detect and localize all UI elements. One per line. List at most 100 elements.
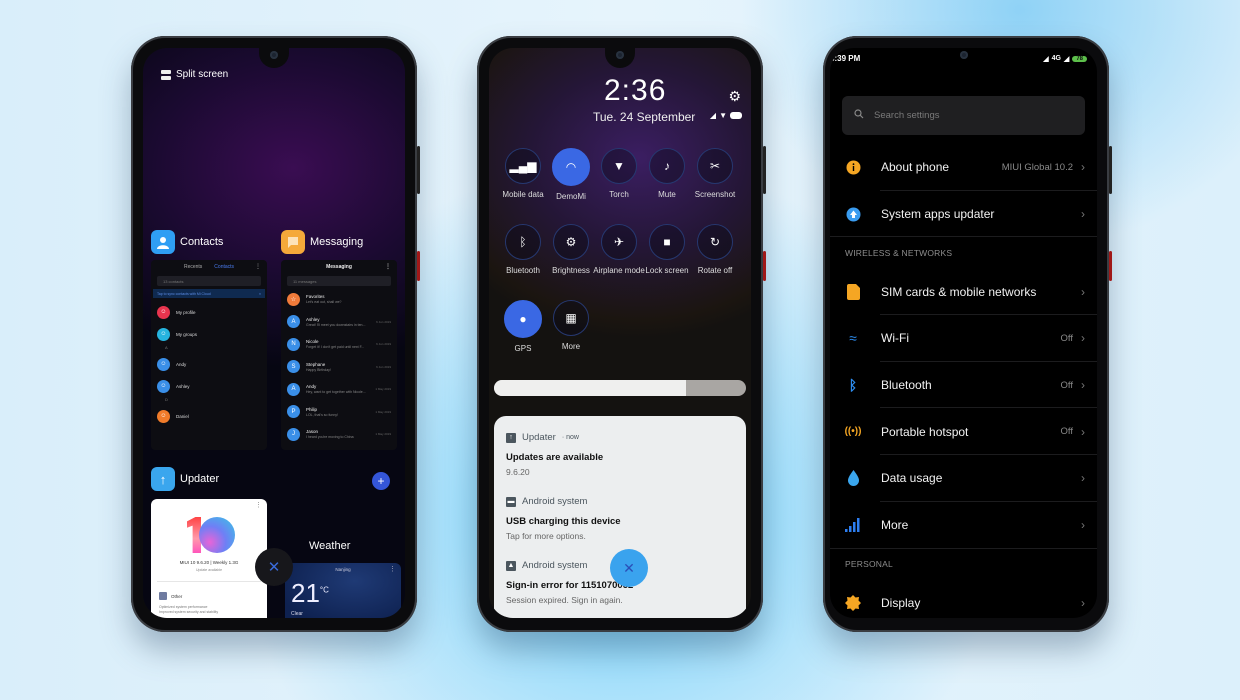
contacts-app-header[interactable]: Contacts (151, 230, 223, 254)
tile-torch[interactable]: ▼ Torch (595, 148, 643, 224)
grid-icon: ▦ (553, 300, 589, 336)
tile-screenshot[interactable]: ✂ Screenshot (691, 148, 739, 224)
settings-item-sim-cards-mobile-networks[interactable]: SIM cards & mobile networks › (830, 268, 1097, 315)
more-options-icon[interactable]: ⋮ (255, 263, 261, 270)
tile-gps[interactable]: ● GPS (499, 300, 547, 376)
contact-row[interactable]: ☺ My groups (151, 323, 267, 345)
avatar-icon: J (287, 427, 300, 441)
message-row[interactable]: A Ashley Great! I'll meet you downstairs i… (281, 311, 397, 334)
settings-item-wi-fi[interactable]: ≈ Wi-Fi Off › (830, 315, 1097, 362)
sender-name: Andy (306, 384, 317, 390)
status-icons: ◢ ▼ (710, 111, 742, 120)
weather-preview-card[interactable]: Nanjing ⋮ 21°C Clear (285, 563, 401, 618)
weather-condition: Clear (291, 611, 303, 617)
more-options-icon[interactable]: ⋮ (389, 565, 396, 573)
contacts-preview-card[interactable]: Recents Contacts ⋮ 13 contacts Tap to sy… (151, 260, 267, 450)
message-date: 6 Jun 2019 (376, 319, 391, 324)
rotate-icon: ↻ (697, 224, 733, 260)
settings-item-portable-hotspot[interactable]: ((•)) Portable hotspot Off › (830, 408, 1097, 455)
tab-recents[interactable]: Recents (184, 264, 202, 270)
messaging-app-header[interactable]: Messaging (281, 230, 363, 254)
message-row[interactable]: S Stephane Happy Birthday! 6 Jun 2019 (281, 356, 397, 379)
signal-icon: ◢ (1043, 55, 1049, 63)
close-icon[interactable]: × (259, 292, 261, 296)
settings-item-display[interactable]: Display › (830, 580, 1097, 619)
camera-notch (605, 48, 635, 68)
updater-icon: ↑ (151, 467, 175, 491)
contact-name: Daniel (176, 413, 189, 419)
contact-row[interactable]: ☺ Ashley (151, 375, 267, 397)
recents-screen: Split screen Contacts Recents Contacts ⋮… (143, 48, 405, 618)
tab-contacts[interactable]: Contacts (214, 264, 234, 270)
message-row[interactable]: A Andy Hey, want to get together with Nico… (281, 378, 397, 401)
contact-row[interactable]: ☺ My profile (151, 301, 267, 323)
sender-name: Ashley (306, 316, 320, 322)
screenshot-icon: ✂ (697, 148, 733, 184)
sender-name: Favorites (306, 294, 325, 300)
settings-item-label: SIM cards & mobile networks (881, 284, 1037, 299)
more-options-icon[interactable]: ⋮ (385, 263, 391, 270)
wifi-icon: ≈ (849, 330, 857, 347)
tile-airplane-mode[interactable]: ✈ Airplane mode (593, 224, 645, 300)
tile-lock-screen[interactable]: ■ Lock screen (643, 224, 691, 300)
settings-item-label: System apps updater (881, 207, 995, 222)
contacts-search-input[interactable]: 13 contacts (157, 276, 261, 286)
chevron-right-icon: › (1081, 378, 1085, 393)
camera-notch (259, 48, 289, 68)
brightness-icon: ⚙ (553, 224, 589, 260)
messages-search-input[interactable]: 11 messages (287, 276, 391, 286)
tile-more[interactable]: ▦ More (547, 300, 595, 376)
updater-app-header[interactable]: ↑ Updater (151, 467, 219, 491)
sync-banner[interactable]: Tap to sync contacts with Mi Cloud × (153, 289, 265, 298)
message-row[interactable]: J Jason I heard you're moving to China 1 Ma… (281, 423, 397, 446)
tile-mute[interactable]: ♪ Mute (643, 148, 691, 224)
messaging-preview-card[interactable]: Messaging ⋮ 11 messages ☆ Favorites Let's … (281, 260, 397, 450)
phone-recents: Split screen Contacts Recents Contacts ⋮… (131, 36, 420, 632)
signal-icon: ▂▄▆ (505, 148, 541, 184)
tile-rotate-off[interactable]: ↻ Rotate off (691, 224, 739, 300)
messaging-title: Messaging ⋮ (326, 263, 391, 270)
message-snippet: Forget it! I don't get paid until next F… (306, 345, 365, 350)
wifi-icon: ▼ (719, 111, 727, 120)
settings-item-data-usage[interactable]: Data usage › (830, 455, 1097, 502)
notification[interactable]: ▬ Android system USB charging this device T… (506, 496, 734, 541)
lock-icon: ■ (649, 224, 685, 260)
tile-label: Airplane mode (593, 266, 645, 275)
clear-all-button[interactable]: ✕ (255, 548, 293, 586)
tile-row: ▂▄▆ Mobile data ◠ DemoMi ▼ Torch ♪ Mute ✂ Screens… (499, 148, 739, 224)
weather-app-header[interactable]: Weather (309, 540, 350, 552)
other-icon (159, 592, 167, 600)
tile-mobile-data[interactable]: ▂▄▆ Mobile data (499, 148, 547, 224)
search-settings-input[interactable]: Search settings (842, 96, 1085, 135)
volume-button (1109, 146, 1112, 194)
sender-name: Jason (306, 429, 319, 435)
brightness-slider[interactable] (494, 380, 746, 396)
airplane-icon: ✈ (601, 224, 637, 260)
changelog-section: Other (159, 592, 182, 600)
message-date: 6 Jun 2019 (376, 364, 391, 369)
tile-brightness[interactable]: ⚙ Brightness (547, 224, 595, 300)
tile-bluetooth[interactable]: ᛒ Bluetooth (499, 224, 547, 300)
message-row[interactable]: ☆ Favorites Let's eat out, shall we? (281, 288, 397, 311)
updater-preview-card[interactable]: ⋮ MIUI 10 9.6.20 | Weekly 1.3G Update av… (151, 499, 267, 618)
message-row[interactable]: P Philip LOL, that's so funny! 1 May 2019 (281, 401, 397, 424)
clear-notifications-button[interactable]: ✕ (610, 549, 648, 587)
add-button[interactable]: + (372, 472, 390, 490)
settings-gear-icon[interactable]: ⚙ (728, 88, 741, 105)
settings-item-about-phone[interactable]: About phone MIUI Global 10.2 › (830, 144, 1097, 191)
notification[interactable]: ↑ Updater · now Updates are available 9.6.20 (506, 432, 734, 477)
settings-item-system-apps-updater[interactable]: System apps updater › (830, 191, 1097, 238)
chevron-right-icon: › (1081, 471, 1085, 486)
settings-item-label: More (881, 518, 909, 533)
tile-demomi[interactable]: ◠ DemoMi (547, 148, 595, 224)
contact-row[interactable]: ☺ Daniel (151, 405, 267, 427)
avatar-icon: ☺ (157, 379, 170, 393)
settings-item-more[interactable]: More › (830, 502, 1097, 549)
split-screen-button[interactable]: Split screen (161, 69, 228, 80)
contact-row[interactable]: ☺ Andy (151, 353, 267, 375)
more-options-icon[interactable]: ⋮ (255, 501, 262, 509)
settings-item-bluetooth[interactable]: ᛒ Bluetooth Off › (830, 362, 1097, 409)
sender-name: Stephane (306, 361, 326, 367)
message-row[interactable]: N Nicole Forget it! I don't get paid until… (281, 333, 397, 356)
status-time: 8:39 PM (830, 54, 861, 63)
